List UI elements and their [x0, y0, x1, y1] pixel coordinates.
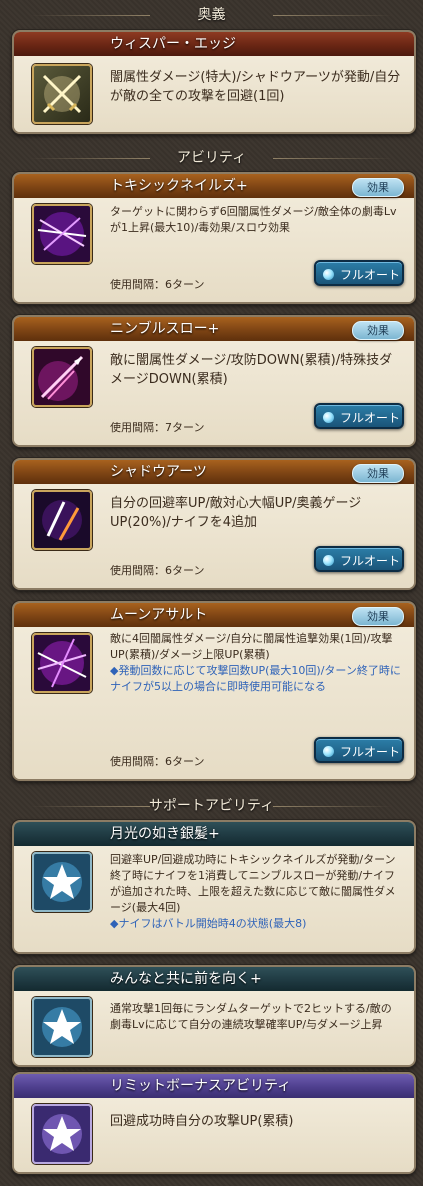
- ability-card-shadow-arts: シャドウアーツ 効果 自分の回避率UP/敵対心大幅UP/奥義ゲージUP(20%)…: [12, 458, 416, 590]
- ougi-description: 闇属性ダメージ(特大)/シャドウアーツが発動/自分が敵の全ての攻撃を回避(1回): [110, 70, 401, 104]
- section-label: アビリティ: [176, 150, 247, 166]
- ability-description: 敵に闇属性ダメージ/攻防DOWN(累積)/特殊技ダメージDOWN(累積): [110, 353, 393, 387]
- support-text-block: 回避率UP/回避成功時にトキシックネイルズが発動/ターン終了時にナイフを1消費し…: [110, 852, 404, 932]
- support-name: 月光の如き銀髪+: [14, 822, 414, 846]
- full-auto-label: フルオート: [340, 411, 401, 425]
- ability-text-block: 敵に4回闇属性ダメージ/自分に闇属性追撃効果(1回)/攻撃UP(累積)/ダメージ…: [110, 631, 402, 695]
- support-note: ◆ナイフはバトル開始時4の状態(最大8): [110, 917, 307, 930]
- full-auto-label: フルオート: [340, 554, 401, 568]
- section-header-support: サポートアビリティ: [0, 793, 423, 819]
- cooldown-text: 使用間隔：7ターン: [110, 421, 205, 434]
- full-auto-label: フルオート: [340, 745, 401, 759]
- section-header-ougi: 奥義: [0, 2, 423, 28]
- section-header-abilities: アビリティ: [0, 145, 423, 171]
- toggle-dot-icon: [323, 746, 334, 757]
- support-description: 回避率UP/回避成功時にトキシックネイルズが発動/ターン終了時にナイフを1消費し…: [110, 853, 396, 914]
- section-label: サポートアビリティ: [148, 798, 275, 814]
- effect-button[interactable]: 効果: [352, 178, 404, 197]
- effect-button[interactable]: 効果: [352, 321, 404, 340]
- ability-description: ターゲットに関わらず6回闇属性ダメージ/敵全体の劇毒Lvが1上昇(最大10)/毒…: [110, 205, 397, 234]
- ability-note: ◆発動回数に応じて攻撃回数UP(最大10回)/ターン終了時にナイフが5以上の場合…: [110, 664, 401, 693]
- star-icon: [32, 852, 92, 912]
- ougi-name: ウィスパー・エッジ: [14, 32, 414, 56]
- shadow-arts-icon: [32, 490, 92, 550]
- nimble-throw-icon: [32, 347, 92, 407]
- toggle-dot-icon: [323, 555, 334, 566]
- support-description: 通常攻撃1回毎にランダムターゲットで2ヒットする/敵の劇毒Lvに応じて自分の連続…: [110, 1002, 392, 1031]
- full-auto-button[interactable]: フルオート: [314, 260, 404, 286]
- ability-card-nimble-throw: ニンブルスロー+ 効果 敵に闇属性ダメージ/攻防DOWN(累積)/特殊技ダメージ…: [12, 315, 416, 447]
- crossed-blades-icon: [32, 64, 92, 124]
- cooldown-text: 使用間隔：6ターン: [110, 278, 205, 291]
- support-card-silver-hair: 月光の如き銀髪+ 回避率UP/回避成功時にトキシックネイルズが発動/ターン終了時…: [12, 820, 416, 954]
- effect-button[interactable]: 効果: [352, 607, 404, 626]
- ability-card-moon-assault: ムーンアサルト 効果 敵に4回闇属性ダメージ/自分に闇属性追撃効果(1回)/攻撃…: [12, 601, 416, 781]
- cooldown-text: 使用間隔：6ターン: [110, 755, 205, 768]
- ougi-card: ウィスパー・エッジ 闇属性ダメージ(特大)/シャドウアーツが発動/自分が敵の全て…: [12, 30, 416, 134]
- full-auto-button[interactable]: フルオート: [314, 546, 404, 572]
- effect-button[interactable]: 効果: [352, 464, 404, 483]
- full-auto-button[interactable]: フルオート: [314, 403, 404, 429]
- ability-description: 敵に4回闇属性ダメージ/自分に闇属性追撃効果(1回)/攻撃UP(累積)/ダメージ…: [110, 632, 393, 661]
- cooldown-text: 使用間隔：6ターン: [110, 564, 205, 577]
- support-name: みんなと共に前を向く+: [14, 967, 414, 991]
- full-auto-button[interactable]: フルオート: [314, 737, 404, 763]
- full-auto-label: フルオート: [340, 268, 401, 282]
- support-description: 回避成功時自分の攻撃UP(累積): [110, 1114, 294, 1129]
- section-label: 奥義: [197, 7, 226, 23]
- support-name: リミットボーナスアビリティ: [14, 1074, 414, 1098]
- toggle-dot-icon: [323, 412, 334, 423]
- ability-card-toxic-nails: トキシックネイルズ+ 効果 ターゲットに関わらず6回闇属性ダメージ/敵全体の劇毒…: [12, 172, 416, 304]
- toxic-nails-icon: [32, 204, 92, 264]
- support-card-limit-bonus: リミットボーナスアビリティ 回避成功時自分の攻撃UP(累積): [12, 1072, 416, 1174]
- star-icon: [32, 1104, 92, 1164]
- ability-description: 自分の回避率UP/敵対心大幅UP/奥義ゲージUP(20%)/ナイフを4追加: [110, 496, 362, 530]
- star-icon: [32, 997, 92, 1057]
- toggle-dot-icon: [323, 269, 334, 280]
- moon-assault-icon: [32, 633, 92, 693]
- support-card-move-forward: みんなと共に前を向く+ 通常攻撃1回毎にランダムターゲットで2ヒットする/敵の劇…: [12, 965, 416, 1067]
